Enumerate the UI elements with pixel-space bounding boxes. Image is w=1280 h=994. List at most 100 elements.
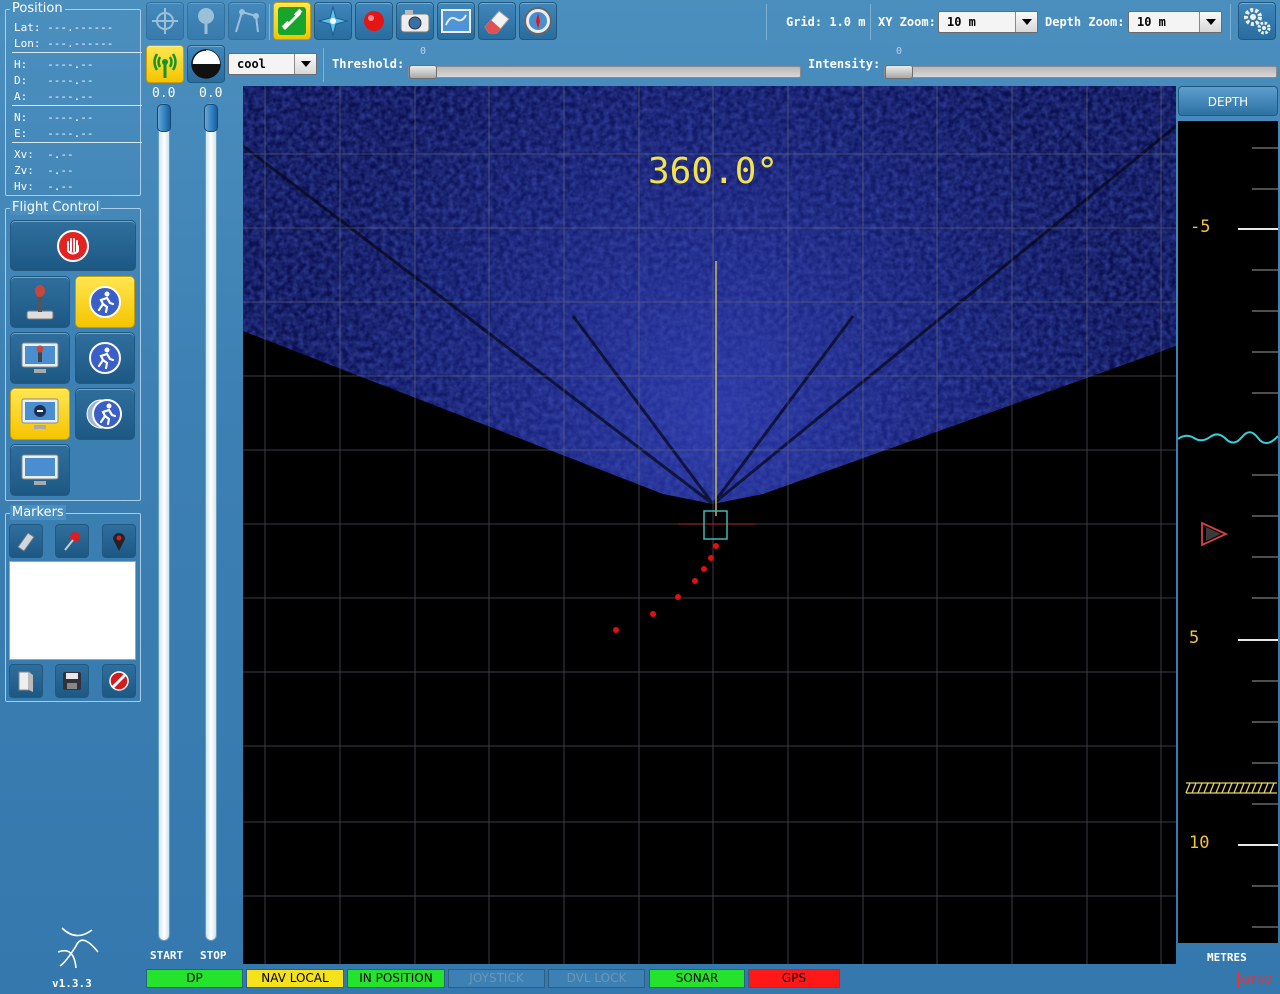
auto-mode-button[interactable] [75,276,135,328]
status-gyro: GYRO [1238,971,1276,988]
divider [269,4,270,40]
stop-hand-icon [57,229,89,262]
start-slider-handle[interactable] [157,104,171,132]
open-file-icon [18,671,33,692]
crosshair-move-icon [152,8,178,34]
company-logo [57,927,99,969]
grid-label: Grid: 1.0 m [786,15,866,29]
settings-icon [1244,8,1271,35]
satellite-button[interactable] [273,2,311,40]
auto-mode-3-button[interactable] [75,388,135,440]
snapshot-button[interactable] [396,2,434,40]
monitor-joystick-icon [21,342,59,373]
compass-button[interactable] [519,2,557,40]
auto-mode-2-button[interactable] [75,332,135,384]
eraser-icon [484,10,510,34]
route-button[interactable] [228,2,266,40]
open-markers-button[interactable] [9,664,43,698]
xv-readout: Xv: -.-- [14,148,74,161]
threshold-slider-handle[interactable] [409,65,437,79]
intensity-label: Intensity: [808,57,881,71]
record-button[interactable] [355,2,393,40]
map-button[interactable] [437,2,475,40]
chevron-down-icon[interactable] [1015,12,1037,32]
nav-button[interactable] [314,2,352,40]
joystick-icon [26,285,54,320]
depth-units-label: METRES [1207,951,1247,964]
status-gps: GPS [748,969,840,988]
add-location-button[interactable] [102,524,136,558]
auto-run-alt-icon [86,399,122,429]
start-label: START [150,949,184,962]
position-panel: Position Lat: ---.------ Lon: ---.------… [5,1,142,196]
pin-icon [198,8,214,34]
threshold-slider[interactable] [408,65,801,79]
threshold-label: Threshold: [332,57,405,71]
remote-joystick-button[interactable] [10,332,70,384]
depth-mark-minus5: -5 [1190,217,1211,237]
divider [1230,4,1231,40]
marker-list[interactable] [9,561,136,660]
monitor-mode-button[interactable] [10,444,70,496]
xy-zoom-select[interactable]: 10 m [938,11,1038,33]
divider [870,4,871,40]
link-mode-button[interactable] [10,388,70,440]
location-pin-icon [113,533,125,551]
auto-run-icon [89,342,121,374]
palette-select[interactable]: cool [228,53,317,75]
start-value: 0.0 [152,86,176,101]
d-readout: D: ----.-- [14,74,94,87]
antenna-signal-icon [153,53,177,78]
save-icon [63,672,81,690]
network-icon [235,9,259,33]
marker-erase-button[interactable] [9,524,43,558]
monitor-icon [21,454,59,485]
joystick-mode-button[interactable] [10,276,70,328]
track-trail [613,543,719,633]
divider [323,48,324,82]
compass-icon [524,7,552,35]
flight-control-title: Flight Control [10,200,102,215]
intensity-value: 0 [896,46,903,57]
delete-icon [109,671,129,691]
emergency-stop-button[interactable] [10,220,136,271]
satellite-icon [278,7,306,35]
position-title: Position [10,1,65,16]
auto-run-icon [89,286,121,318]
signal-button[interactable] [146,45,184,83]
contrast-icon [191,49,221,79]
settings-button[interactable] [1238,2,1276,40]
a-readout: A: ----.-- [14,90,94,103]
save-markers-button[interactable] [55,664,89,698]
camera-icon [400,10,430,33]
contrast-button[interactable] [187,45,225,83]
marker-eraser-icon [17,532,35,552]
depth-zoom-value: 10 m [1137,15,1166,29]
status-dp: DP [146,969,243,988]
chevron-down-icon[interactable] [294,54,316,74]
stop-slider-handle[interactable] [204,104,218,132]
delete-markers-button[interactable] [102,664,136,698]
threshold-value: 0 [420,46,427,57]
monitor-link-icon [21,398,59,429]
add-pin-button[interactable] [55,524,89,558]
stop-slider[interactable] [204,103,218,941]
version-label: v1.3.3 [52,977,92,990]
move-button[interactable] [146,2,184,40]
depth-zoom-select[interactable]: 10 m [1128,11,1222,33]
clear-button[interactable] [478,2,516,40]
intensity-slider[interactable] [884,65,1277,79]
pin-button[interactable] [187,2,225,40]
intensity-slider-handle[interactable] [885,65,913,79]
divider [12,142,142,143]
status-nav-local: NAV LOCAL [246,969,344,988]
depth-button[interactable]: DEPTH [1178,86,1278,116]
map-icon [441,9,471,33]
status-dvl-lock: DVL LOCK [548,969,645,988]
record-icon [364,11,384,31]
depth-gauge: -5 5 10 [1178,121,1278,943]
sonar-view[interactable]: 360.0° [243,86,1176,964]
depth-scale [1178,147,1278,928]
start-slider[interactable] [157,103,171,941]
chevron-down-icon[interactable] [1199,12,1221,32]
